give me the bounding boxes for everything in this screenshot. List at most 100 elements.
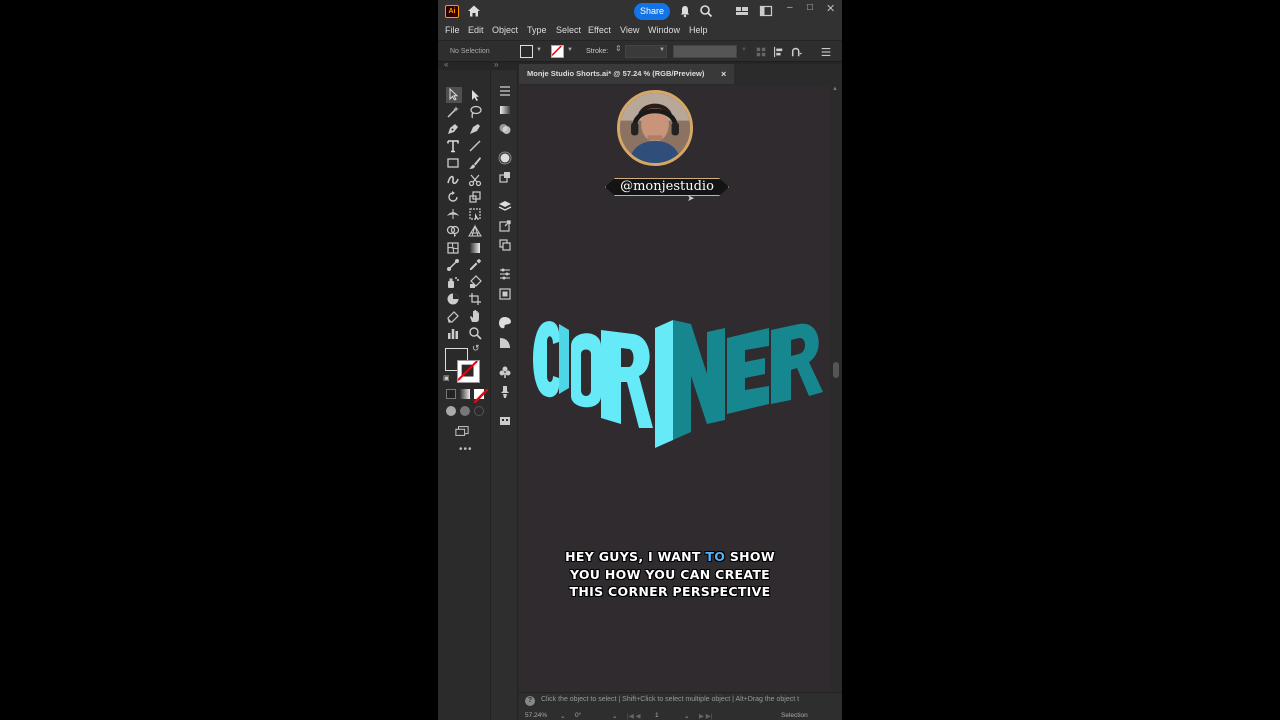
menu-effect[interactable]: Effect — [588, 25, 611, 35]
selection-tool-icon[interactable] — [446, 87, 462, 103]
puppet-warp-icon[interactable] — [790, 45, 804, 59]
chevron-down-icon[interactable]: ▼ — [567, 47, 573, 53]
eraser-tool-icon[interactable] — [446, 309, 460, 323]
workspace-icon[interactable] — [759, 4, 773, 18]
symbols-panel-icon[interactable] — [498, 365, 512, 379]
screen-mode-icon[interactable] — [455, 424, 471, 436]
menu-file[interactable]: File — [445, 25, 460, 35]
chevron-down-icon[interactable]: ⌄ — [560, 712, 565, 720]
arrange-documents-icon[interactable] — [735, 4, 749, 18]
scissors-tool-icon[interactable] — [468, 173, 482, 187]
close-tab-icon[interactable]: × — [721, 64, 726, 84]
scrollbar-thumb[interactable] — [833, 362, 839, 378]
properties-panel-icon[interactable] — [498, 84, 512, 98]
stepper-icon[interactable]: ⇕ — [615, 44, 622, 53]
first-artboard-icon[interactable]: |◀ ◀ — [627, 712, 641, 720]
menu-window[interactable]: Window — [648, 25, 680, 35]
corner-perspective-artwork[interactable] — [531, 320, 827, 460]
libraries-panel-icon[interactable] — [498, 414, 512, 428]
help-icon[interactable]: ? — [525, 696, 535, 706]
scale-tool-icon[interactable] — [468, 190, 482, 204]
shaper-tool-icon[interactable] — [446, 173, 460, 187]
chevron-down-icon[interactable]: ▼ — [536, 47, 542, 53]
zoom-level[interactable]: 57.24% — [525, 712, 547, 719]
collapse-arrows-icon[interactable]: « — [444, 60, 448, 69]
stroke-color-box[interactable] — [457, 360, 480, 383]
expand-arrows-icon[interactable]: » — [494, 60, 498, 69]
magic-wand-icon[interactable] — [446, 105, 460, 119]
hand-tool-icon[interactable] — [468, 309, 482, 323]
brushes-panel-icon[interactable] — [498, 385, 512, 399]
home-icon[interactable] — [467, 4, 481, 18]
minimize-icon[interactable]: – — [787, 2, 793, 13]
menu-select[interactable]: Select — [556, 25, 581, 35]
rotation-value[interactable]: 0° — [575, 712, 581, 719]
type-tool-icon[interactable] — [446, 139, 460, 153]
color-mode-icon[interactable] — [446, 389, 456, 399]
distribute-icon[interactable] — [772, 45, 786, 59]
draw-behind-icon[interactable] — [460, 406, 470, 416]
variable-width-profile[interactable] — [673, 45, 737, 58]
default-colors-icon[interactable]: ▣ — [443, 374, 450, 382]
chevron-down-icon[interactable]: ▼ — [659, 47, 665, 53]
adjustments-panel-icon[interactable] — [498, 267, 512, 281]
chevron-down-icon[interactable]: ⌄ — [684, 712, 689, 720]
scroll-up-icon[interactable]: ▲ — [832, 86, 838, 92]
artboard-canvas[interactable]: @monjestudio ➤ HEY GUYS, I WANT TO SHOW … — [519, 86, 830, 692]
draw-inside-icon[interactable] — [474, 406, 484, 416]
close-window-icon[interactable]: ✕ — [826, 2, 835, 15]
vertical-scrollbar[interactable]: ▲ — [830, 86, 842, 692]
links-panel-icon[interactable] — [498, 287, 512, 301]
shape-builder-tool-icon[interactable] — [446, 224, 460, 238]
line-tool-icon[interactable] — [468, 139, 482, 153]
mesh-tool-icon[interactable] — [446, 241, 460, 255]
artboard-tool-icon[interactable] — [468, 292, 482, 306]
appearance-panel-icon[interactable] — [498, 151, 512, 165]
document-tab[interactable]: Monje Studio Shorts.ai* @ 57.24 % (RGB/P… — [519, 64, 734, 84]
menu-object[interactable]: Object — [492, 25, 518, 35]
export-panel-icon[interactable] — [498, 219, 512, 233]
eyedropper-tool-icon[interactable] — [468, 258, 482, 272]
maximize-icon[interactable]: □ — [807, 2, 813, 13]
transparency-panel-icon[interactable] — [498, 122, 512, 136]
stroke-swatch[interactable] — [551, 45, 564, 58]
more-tools-icon[interactable]: ••• — [459, 444, 473, 455]
artboard-number[interactable]: 1 — [655, 712, 659, 719]
rectangle-tool-icon[interactable] — [446, 156, 460, 170]
layers-panel-icon[interactable] — [498, 199, 512, 213]
blend-tool-icon[interactable] — [446, 258, 460, 272]
lasso-tool-icon[interactable] — [468, 105, 482, 119]
pie-graph-tool-icon[interactable] — [446, 292, 460, 306]
perspective-grid-tool-icon[interactable] — [468, 224, 482, 238]
width-tool-icon[interactable] — [446, 207, 460, 221]
curvature-tool-icon[interactable] — [468, 122, 482, 136]
color-panel-icon[interactable] — [498, 336, 512, 350]
menu-edit[interactable]: Edit — [468, 25, 484, 35]
live-paint-bucket-icon[interactable] — [468, 275, 482, 289]
zoom-tool-icon[interactable] — [468, 326, 482, 340]
last-artboard-icon[interactable]: ▶ ▶| — [699, 712, 713, 720]
gradient-mode-icon[interactable] — [460, 389, 470, 399]
menu-type[interactable]: Type — [527, 25, 547, 35]
none-mode-icon[interactable] — [474, 389, 488, 403]
direct-selection-tool-icon[interactable] — [468, 88, 482, 102]
align-icon[interactable] — [755, 45, 769, 59]
pen-tool-icon[interactable] — [446, 122, 460, 136]
rotate-tool-icon[interactable] — [446, 190, 460, 204]
color-guide-panel-icon[interactable] — [498, 316, 512, 330]
gradient-tool-icon[interactable] — [468, 241, 482, 255]
free-transform-tool-icon[interactable] — [468, 207, 482, 221]
graphic-styles-panel-icon[interactable] — [498, 170, 512, 184]
swap-fill-stroke-icon[interactable]: ↺ — [472, 343, 480, 354]
menu-view[interactable]: View — [620, 25, 639, 35]
artboards-panel-icon[interactable] — [498, 238, 512, 252]
panel-menu-icon[interactable] — [820, 45, 834, 59]
menu-help[interactable]: Help — [689, 25, 708, 35]
bell-icon[interactable] — [678, 4, 692, 18]
symbol-sprayer-tool-icon[interactable] — [446, 275, 460, 289]
paintbrush-tool-icon[interactable] — [468, 156, 482, 170]
share-button[interactable]: Share — [634, 3, 670, 20]
chart-tool-icon[interactable] — [446, 326, 460, 340]
fill-swatch[interactable] — [520, 45, 533, 58]
chevron-down-icon[interactable]: ⌄ — [612, 712, 617, 720]
